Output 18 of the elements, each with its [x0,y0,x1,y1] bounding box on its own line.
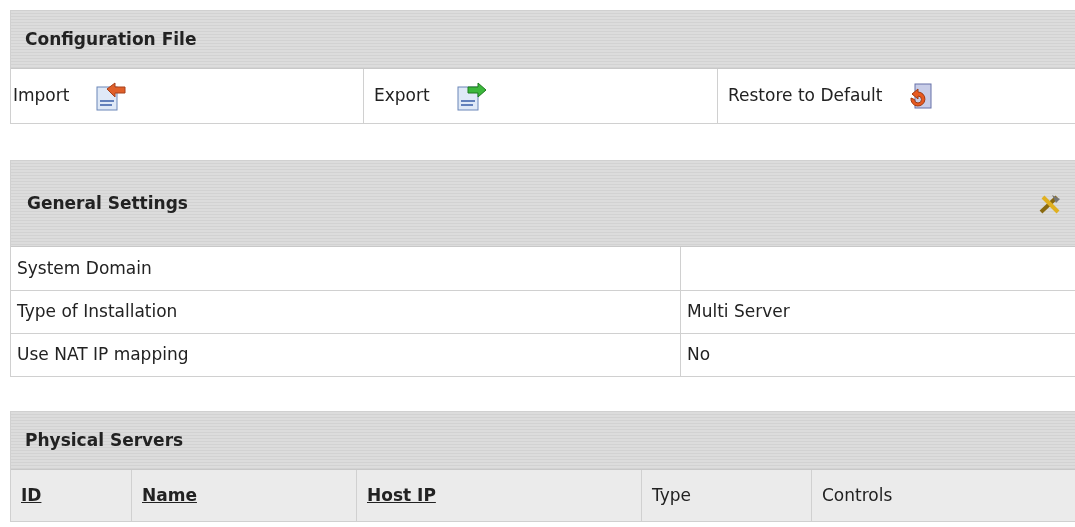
action-link[interactable]: Export [374,83,430,109]
section-title: General Settings [27,191,188,215]
setting-value: No [687,343,711,367]
setting-label: Use NAT IP mapping [17,343,189,367]
sort-link[interactable]: Name [142,482,197,509]
action-link[interactable]: Import [13,83,70,109]
column-header: Controls [822,483,893,507]
setting-label: System Domain [17,256,152,280]
section-title: Physical Servers [25,428,184,452]
setting-label: Type of Installation [17,300,178,324]
action-link[interactable]: Restore to Default [728,83,883,109]
tools-icon[interactable] [1038,192,1062,215]
section-title: Configuration File [25,27,197,51]
sort-link[interactable]: Host IP [367,482,436,509]
import-xml-icon[interactable] [93,81,128,111]
column-header: Type [652,483,692,507]
sort-link[interactable]: ID [21,482,42,509]
setting-value: Multi Server [687,300,790,324]
